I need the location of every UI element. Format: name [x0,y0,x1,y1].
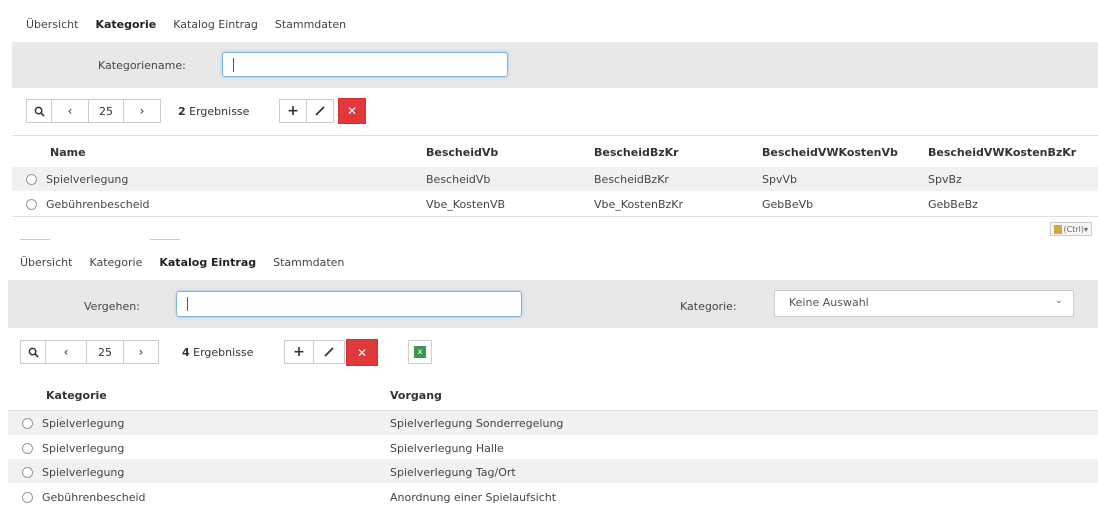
bottom-page-size[interactable]: 25 [86,340,124,364]
top-delete-button[interactable]: ✕ [338,98,366,124]
top-page-size[interactable]: 25 [88,99,124,123]
cell-process: Spielverlegung Halle [390,442,504,455]
bottom-tab-bar: Übersicht Kategorie Katalog Eintrag Stam… [20,252,361,272]
offense-input[interactable] [176,291,522,317]
cell-name: Gebührenbescheid [46,198,150,211]
cell-bescheidvb: Vbe_KostenVB [426,198,506,211]
top-next-page-button[interactable]: › [123,99,161,123]
search-icon [34,106,45,117]
cell-process: Spielverlegung Tag/Ort [390,466,516,479]
chevron-down-icon: ⌄ [1054,295,1063,306]
column-header-bescheidvwkostenbzkr[interactable]: BescheidVWKostenBzKr [928,146,1076,159]
pencil-icon [315,106,325,116]
cell-name: Spielverlegung [46,173,129,186]
cell-category: Gebührenbescheid [42,491,146,504]
divider [20,239,50,240]
top-edit-button[interactable] [306,99,334,123]
bottom-tab-category[interactable]: Kategorie [89,256,142,269]
bottom-add-button[interactable]: + [284,340,314,364]
row-select-radio[interactable] [22,443,33,454]
cell-bescheidbzkr: Vbe_KostenBzKr [594,198,684,211]
column-header-bescheidbzkr[interactable]: BescheidBzKr [594,146,679,159]
clipboard-icon [1053,224,1062,234]
row-select-radio[interactable] [22,467,33,478]
top-result-count: 2 Ergebnisse [178,105,250,118]
divider [12,135,1098,136]
cell-category: Spielverlegung [42,442,125,455]
cell-category: Spielverlegung [42,417,125,430]
top-tab-master-data[interactable]: Stammdaten [275,18,346,31]
category-name-label: Kategoriename: [98,59,186,72]
cell-bescheidvwkostenbzkr: SpvBz [928,173,962,186]
column-header-name[interactable]: Name [50,146,86,159]
bottom-search-button[interactable] [20,340,46,364]
bottom-tab-catalog-entry[interactable]: Katalog Eintrag [159,256,256,269]
cell-bescheidbzkr: BescheidBzKr [594,173,669,186]
top-prev-page-button[interactable]: ‹ [51,99,89,123]
plus-icon: + [293,344,305,360]
category-name-input[interactable] [222,52,508,77]
bottom-delete-button[interactable]: ✕ [346,339,378,366]
search-icon [28,347,39,358]
row-select-radio[interactable] [22,492,33,503]
bottom-edit-button[interactable] [313,340,345,364]
row-select-radio[interactable] [26,199,37,210]
cell-category: Spielverlegung [42,466,125,479]
chevron-right-icon: › [138,345,144,359]
row-select-radio[interactable] [22,418,33,429]
close-icon: ✕ [346,104,358,118]
chevron-left-icon: ‹ [67,104,73,118]
bottom-next-page-button[interactable]: › [123,340,159,364]
pencil-icon [324,347,334,357]
cell-process: Spielverlegung Sonderregelung [390,417,564,430]
offense-label: Vergehen: [84,300,140,313]
column-header-process[interactable]: Vorgang [390,389,442,402]
top-search-button[interactable] [26,99,52,123]
column-header-bescheidvwkostenvb[interactable]: BescheidVWKostenVb [762,146,898,159]
column-header-bescheidvb[interactable]: BescheidVb [426,146,498,159]
cell-bescheidvwkostenvb: SpvVb [762,173,797,186]
top-tab-catalog-entry[interactable]: Katalog Eintrag [173,18,258,31]
close-icon: ✕ [356,345,368,360]
category-filter-label: Kategorie: [680,300,737,313]
divider [150,239,180,240]
row-select-radio[interactable] [26,174,37,185]
cell-bescheidvb: BescheidVb [426,173,491,186]
column-header-category[interactable]: Kategorie [46,389,107,402]
export-excel-button[interactable]: x [408,340,432,364]
cell-bescheidvwkostenbzkr: GebBeBz [928,198,978,211]
divider [12,216,1098,217]
category-select[interactable]: Keine Auswahl ⌄ [774,290,1074,317]
clipboard-paste-badge[interactable]: (Ctrl) ▾ [1049,222,1092,236]
table-row[interactable] [8,435,1098,459]
cell-process: Anordnung einer Spielaufsicht [390,491,557,504]
bottom-tab-overview[interactable]: Übersicht [20,256,72,269]
top-add-button[interactable]: + [279,99,307,123]
table-row[interactable] [8,459,1098,483]
cell-bescheidvwkostenvb: GebBeVb [762,198,814,211]
top-tab-category[interactable]: Kategorie [95,18,156,31]
chevron-right-icon: › [139,104,145,118]
bottom-tab-master-data[interactable]: Stammdaten [273,256,344,269]
excel-icon: x [414,346,426,358]
chevron-left-icon: ‹ [63,345,69,359]
plus-icon: + [287,103,299,119]
top-tab-overview[interactable]: Übersicht [26,18,78,31]
bottom-prev-page-button[interactable]: ‹ [45,340,87,364]
top-tab-bar: Übersicht Kategorie Katalog Eintrag Stam… [26,14,363,34]
bottom-result-count: 4 Ergebnisse [182,346,254,359]
